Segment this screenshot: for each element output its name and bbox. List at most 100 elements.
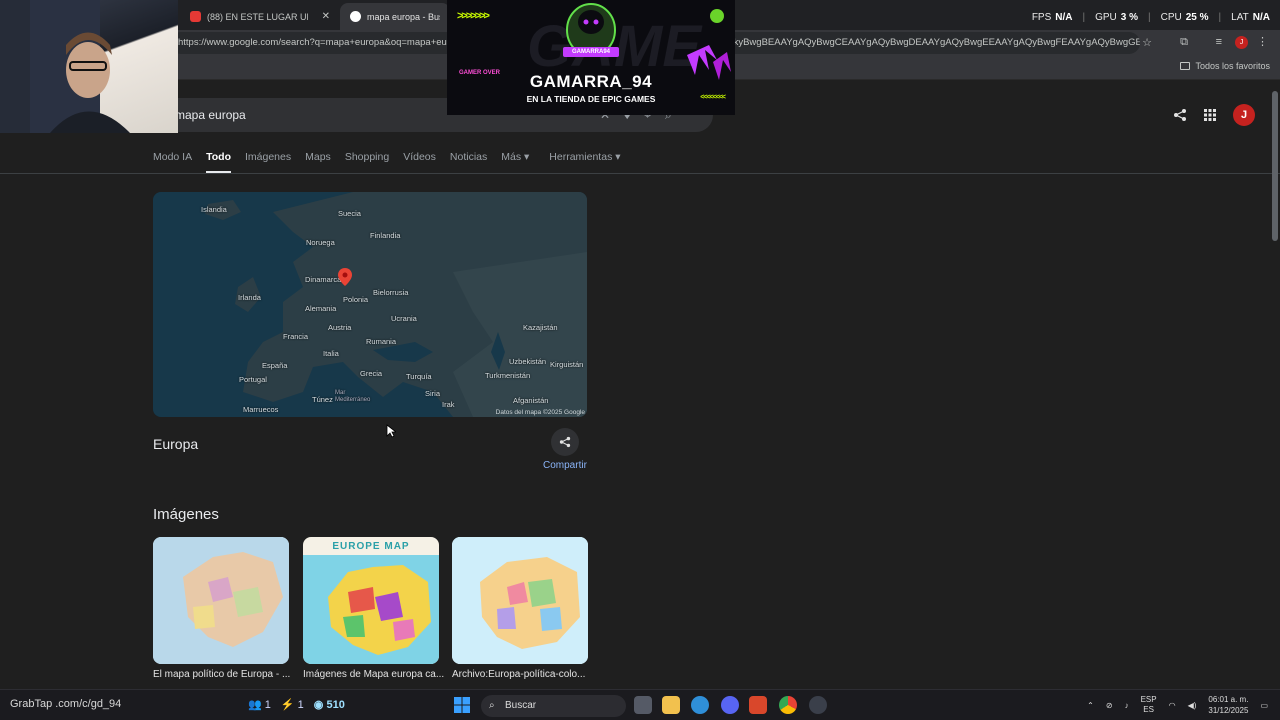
europe-map[interactable]: Islandia Suecia Finlandia Noruega Dinama… bbox=[153, 192, 587, 417]
map-label: Bielorrusia bbox=[373, 288, 409, 297]
caret-down-icon: ▾ bbox=[524, 151, 530, 163]
map-label: Austria bbox=[328, 323, 352, 332]
task-view-icon[interactable] bbox=[634, 696, 652, 714]
map-label: Afganistán bbox=[513, 396, 549, 405]
chevron-up-icon[interactable]: ⌃ bbox=[1087, 701, 1094, 710]
edge-icon[interactable] bbox=[691, 696, 709, 714]
points-stat: ◉ 510 bbox=[313, 699, 345, 711]
map-label: Irlanda bbox=[238, 293, 261, 302]
webcam-overlay bbox=[0, 0, 178, 133]
game-app-icon[interactable] bbox=[749, 696, 767, 714]
share-icon[interactable] bbox=[1173, 108, 1187, 122]
fps-readout: FPS N/A bbox=[1031, 12, 1073, 23]
image-result[interactable]: EUROPE MAP bbox=[303, 537, 439, 664]
map-label: Polonia bbox=[343, 295, 369, 304]
media-icon[interactable]: ≡ bbox=[1216, 36, 1222, 48]
map-label: Italia bbox=[323, 349, 339, 358]
tab-todo[interactable]: Todo bbox=[206, 151, 231, 174]
microphone-icon[interactable]: ♪ bbox=[1125, 701, 1129, 710]
map-label: Alemania bbox=[305, 304, 337, 313]
tab-youtube[interactable]: (88) EN ESTE LUGAR UNA LEON ✕ bbox=[180, 3, 340, 30]
menu-icon[interactable]: ⋮ bbox=[1257, 35, 1268, 48]
folder-icon bbox=[1180, 62, 1191, 70]
search-results-page: mapa europa ✕ ♦ ⌖ ⌕ J Modo IA Todo Imáge… bbox=[0, 81, 1280, 689]
map-label: Suecia bbox=[338, 209, 361, 218]
notifications-icon[interactable]: ▭ bbox=[1260, 701, 1268, 710]
map-land bbox=[153, 192, 587, 417]
promo-arrows-decoration: >>>>>>> bbox=[457, 10, 490, 22]
clock[interactable]: 06:01 a. m. 31/12/2025 bbox=[1208, 694, 1248, 716]
account-avatar[interactable]: J bbox=[1233, 104, 1255, 126]
tab-noticias[interactable]: Noticias bbox=[450, 151, 487, 174]
tabs-divider bbox=[0, 173, 1280, 174]
cpu-readout: CPU 25 % bbox=[1160, 12, 1209, 23]
tab-mas[interactable]: Más ▾ bbox=[501, 151, 529, 174]
lat-readout: LAT N/A bbox=[1231, 12, 1270, 23]
tab-google-search[interactable]: mapa europa - Buscar c bbox=[340, 3, 450, 30]
people-icon: 👥 bbox=[248, 699, 262, 711]
obs-icon[interactable] bbox=[809, 696, 827, 714]
chrome-icon[interactable] bbox=[779, 696, 797, 714]
promo-arrows-decoration: <<<<<<<< bbox=[700, 94, 726, 101]
network-off-icon[interactable]: ⊘ bbox=[1106, 701, 1113, 710]
map-label: Portugal bbox=[239, 375, 267, 384]
image-caption[interactable]: Imágenes de Mapa europa ca... bbox=[303, 669, 448, 680]
wifi-icon[interactable]: ◠ bbox=[1169, 701, 1176, 710]
all-bookmarks-button[interactable]: Todos los favoritos bbox=[1180, 61, 1270, 71]
gpu-readout: GPU 3 % bbox=[1095, 12, 1139, 23]
bolt-stat: ⚡ 1 bbox=[280, 699, 304, 711]
politica-map-thumbnail bbox=[452, 537, 588, 664]
share-label[interactable]: Compartir bbox=[543, 460, 587, 471]
close-icon[interactable]: ✕ bbox=[322, 11, 330, 22]
map-label: Finlandia bbox=[370, 231, 401, 240]
grabtap-label: GrabTap .com/c/gd_94 bbox=[10, 698, 122, 710]
map-label: Dinamarca bbox=[305, 275, 342, 284]
tab-shopping[interactable]: Shopping bbox=[345, 151, 389, 174]
map-label: Ucrania bbox=[391, 314, 417, 323]
taskbar-search[interactable]: ⌕ Buscar bbox=[481, 695, 626, 717]
image-result[interactable] bbox=[452, 537, 588, 664]
points-icon: ◉ bbox=[313, 699, 324, 711]
header-actions: J bbox=[1173, 104, 1255, 126]
youtube-icon bbox=[190, 11, 201, 22]
page-scrollbar[interactable] bbox=[1272, 91, 1278, 241]
tab-herramientas[interactable]: Herramientas ▾ bbox=[549, 151, 620, 174]
language-indicator[interactable]: ESP ES bbox=[1141, 695, 1157, 715]
image-caption[interactable]: Archivo:Europa-política-colo... bbox=[452, 669, 597, 680]
extensions-icon[interactable]: ⧉ bbox=[1180, 36, 1188, 49]
promo-subtitle: EN LA TIENDA DE EPIC GAMES bbox=[526, 94, 656, 104]
map-label: España bbox=[262, 361, 288, 370]
windows-taskbar: GrabTap .com/c/gd_94 👥 1 ⚡ 1 ◉ 510 ⌕ Bus… bbox=[0, 689, 1280, 720]
performance-overlay: FPS N/A | GPU 3 % | CPU 25 % | LAT N/A bbox=[1031, 12, 1270, 23]
speaker-icon[interactable]: ◀) bbox=[1188, 701, 1197, 710]
tab-videos[interactable]: Vídeos bbox=[403, 151, 436, 174]
star-icon[interactable]: ☆ bbox=[1142, 36, 1152, 49]
map-label: Kazajistán bbox=[523, 323, 558, 332]
colored-map-thumbnail bbox=[303, 555, 439, 664]
map-label: Irak bbox=[442, 400, 455, 409]
apps-grid-icon[interactable] bbox=[1203, 108, 1217, 122]
streamer-camera-feed bbox=[0, 0, 130, 133]
tab-imagenes[interactable]: Imágenes bbox=[245, 151, 291, 174]
place-title: Europa bbox=[153, 436, 199, 452]
windows-start-icon[interactable] bbox=[454, 697, 470, 713]
map-attribution: Datos del mapa ©2025 Google bbox=[495, 409, 585, 416]
images-heading: Imágenes bbox=[153, 506, 219, 523]
tab-maps[interactable]: Maps bbox=[305, 151, 331, 174]
location-pin-icon[interactable] bbox=[338, 268, 352, 286]
taskbar-search-label: Buscar bbox=[505, 700, 537, 711]
discord-icon[interactable] bbox=[721, 696, 739, 714]
stream-promo-banner: GAME GAMARRA94 >>>>>>> GAMER OVER GAMARR… bbox=[447, 0, 735, 115]
map-label: Uzbekistán bbox=[509, 357, 547, 366]
tab-title: (88) EN ESTE LUGAR UNA LEON bbox=[207, 11, 308, 22]
bookmarks-label: Todos los favoritos bbox=[1195, 61, 1270, 71]
share-button[interactable] bbox=[551, 428, 579, 456]
file-explorer-icon[interactable] bbox=[662, 696, 680, 714]
map-label: Mar Mediterráneo bbox=[335, 390, 371, 403]
search-icon: ⌕ bbox=[489, 700, 495, 711]
map-label: Islandia bbox=[201, 205, 227, 214]
tab-modo-ia[interactable]: Modo IA bbox=[153, 151, 192, 174]
profile-avatar[interactable]: J bbox=[1235, 36, 1248, 49]
image-result[interactable] bbox=[153, 537, 289, 664]
image-caption[interactable]: El mapa político de Europa - ... bbox=[153, 669, 298, 680]
